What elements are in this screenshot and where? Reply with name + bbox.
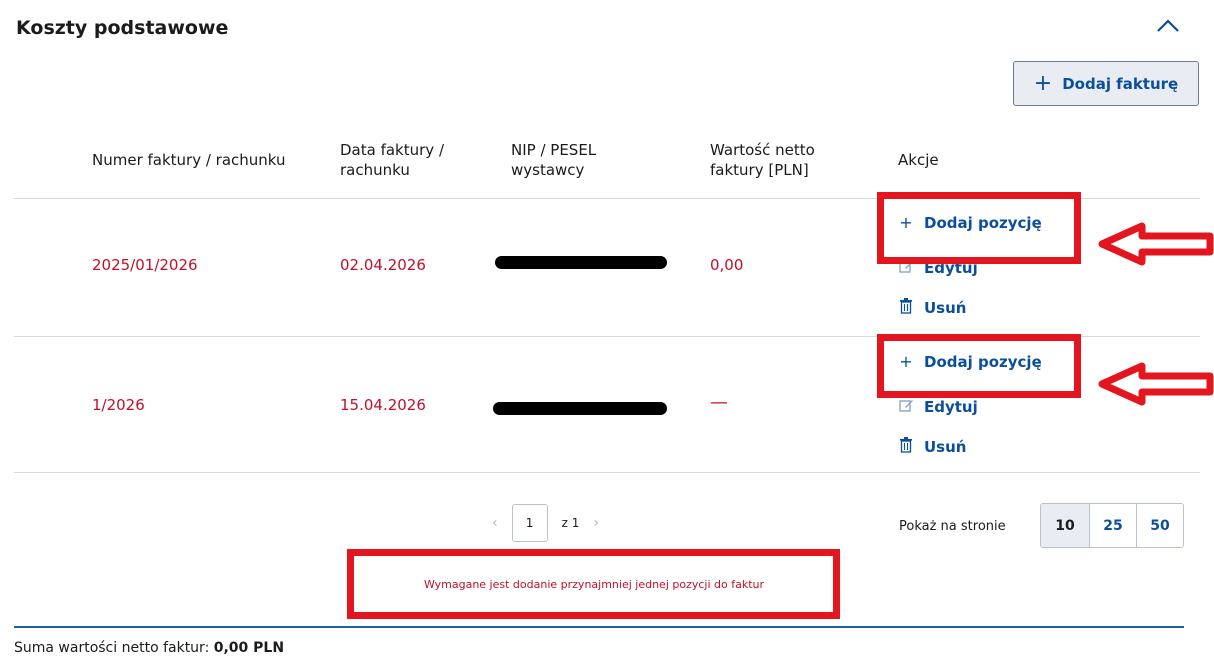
per-page-label: Pokaż na stronie xyxy=(899,519,1006,534)
annotation-arrow-icon xyxy=(1098,362,1214,406)
trash-icon xyxy=(898,298,914,318)
invoice-date-cell: 02.04.2026 xyxy=(340,256,426,274)
footer-divider xyxy=(14,626,1184,628)
plus-icon: + xyxy=(1033,70,1053,96)
edit-label: Edytuj xyxy=(924,397,978,416)
header-invoice-date-line1: Data faktury / xyxy=(340,141,444,159)
net-value-cell: — xyxy=(710,392,728,413)
net-sum-label: Suma wartości netto faktur: xyxy=(14,640,214,656)
invoice-date-cell: 15.04.2026 xyxy=(340,396,426,414)
page-count-label: z 1 xyxy=(561,516,580,530)
header-invoice-date-line2: rachunku xyxy=(340,161,410,179)
edit-icon xyxy=(898,397,914,416)
invoice-number-cell: 1/2026 xyxy=(92,396,145,414)
table-bottom-divider xyxy=(14,472,1200,473)
chevron-up-icon xyxy=(1157,19,1179,32)
per-page-selector: 10 25 50 xyxy=(1040,503,1184,548)
header-nip-line1: NIP / PESEL xyxy=(511,141,597,159)
net-sum-summary: Suma wartości netto faktur: 0,00 PLN xyxy=(14,640,284,656)
delete-label: Usuń xyxy=(924,438,967,456)
annotation-highlight-box xyxy=(877,334,1081,398)
section-title: Koszty podstawowe xyxy=(16,17,229,39)
prev-page-icon[interactable]: ‹ xyxy=(492,515,498,531)
per-page-option-10[interactable]: 10 xyxy=(1041,504,1089,547)
redacted-nip xyxy=(495,256,667,269)
redacted-nip xyxy=(493,402,667,415)
page-number-input[interactable]: 1 xyxy=(511,504,548,542)
delete-label: Usuń xyxy=(924,299,967,317)
header-value-line1: Wartość netto xyxy=(710,141,815,159)
delete-button[interactable]: Usuń xyxy=(898,298,966,318)
per-page-option-50[interactable]: 50 xyxy=(1136,504,1183,547)
per-page-option-25[interactable]: 25 xyxy=(1089,504,1136,547)
net-sum-value: 0,00 PLN xyxy=(213,640,285,656)
header-value-line2: faktury [PLN] xyxy=(710,161,809,179)
trash-icon xyxy=(898,437,914,457)
annotation-highlight-box xyxy=(347,549,840,619)
edit-button[interactable]: Edytuj xyxy=(898,397,978,416)
net-value-cell: 0,00 xyxy=(710,256,744,274)
invoice-number-cell: 2025/01/2026 xyxy=(92,256,198,274)
pagination: ‹ 1 z 1 › xyxy=(492,504,599,542)
add-invoice-button[interactable]: + Dodaj fakturę xyxy=(1013,61,1199,106)
header-nip-pesel: NIP / PESEL wystawcy xyxy=(511,140,596,180)
header-invoice-date: Data faktury / rachunku xyxy=(340,140,444,180)
add-invoice-label: Dodaj fakturę xyxy=(1062,74,1179,93)
header-invoice-number: Numer faktury / rachunku xyxy=(92,151,286,169)
header-nip-line2: wystawcy xyxy=(511,161,585,179)
next-page-icon[interactable]: › xyxy=(593,515,599,531)
header-actions: Akcje xyxy=(898,151,939,169)
annotation-arrow-icon xyxy=(1098,222,1214,266)
header-net-value: Wartość netto faktury [PLN] xyxy=(710,140,815,180)
collapse-button[interactable] xyxy=(1150,12,1186,40)
annotation-highlight-box xyxy=(877,192,1081,264)
delete-button[interactable]: Usuń xyxy=(898,437,966,457)
